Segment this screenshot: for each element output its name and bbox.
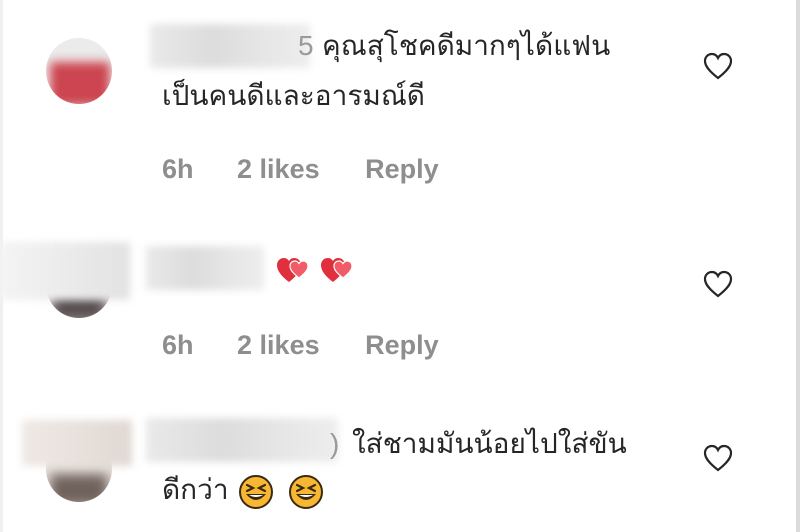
like-heart-icon[interactable]: [703, 270, 733, 298]
comment-username-tail: 5: [298, 30, 314, 61]
avatar-blur-overlay: [0, 242, 130, 300]
comment-item: 6h 2 likes Reply: [0, 200, 800, 380]
comment-text-line2: ดีกว่า: [162, 474, 229, 505]
comment-likes[interactable]: 2 likes: [237, 330, 320, 361]
two-hearts-icon: [277, 257, 309, 282]
grinning-squinting-face-icon: [239, 474, 274, 509]
comment-time[interactable]: 6h: [162, 154, 194, 185]
comment-meta: 6h 2 likes Reply: [162, 154, 439, 185]
comment-time[interactable]: 6h: [162, 330, 194, 361]
two-hearts-icon: [321, 257, 353, 282]
comment-username-tail: ): [330, 428, 340, 459]
reply-button[interactable]: Reply: [365, 154, 439, 185]
comment-emoji-row: [274, 246, 362, 290]
comment-meta: 6h 2 likes Reply: [162, 330, 439, 361]
reply-button[interactable]: Reply: [365, 330, 439, 361]
username-blurred[interactable]: [146, 246, 264, 290]
comment-likes[interactable]: 2 likes: [237, 154, 320, 185]
comment-item: 5 คุณสุโชคดีมากๆได้แฟน เป็นคนดีและอารมณ์…: [0, 0, 800, 200]
avatar[interactable]: [46, 38, 112, 104]
comment-text-line2: เป็นคนดีและอารมณ์ดี: [162, 80, 425, 111]
avatar-blur-overlay: [22, 420, 132, 466]
like-heart-icon[interactable]: [703, 52, 733, 80]
comment-item: ) ใส่ชามมันน้อยไปใส่ขัน ดีกว่า: [0, 380, 800, 532]
username-blurred[interactable]: [150, 24, 310, 68]
grinning-squinting-face-icon: [289, 474, 324, 509]
comment-text-line1: คุณสุโชคดีมากๆได้แฟน: [322, 30, 611, 61]
like-heart-icon[interactable]: [703, 444, 733, 472]
comment-text-line1: ใส่ชามมันน้อยไปใส่ขัน: [352, 428, 627, 459]
comment-text-line2-row: ดีกว่า: [162, 468, 330, 512]
username-blurred[interactable]: [146, 418, 338, 462]
